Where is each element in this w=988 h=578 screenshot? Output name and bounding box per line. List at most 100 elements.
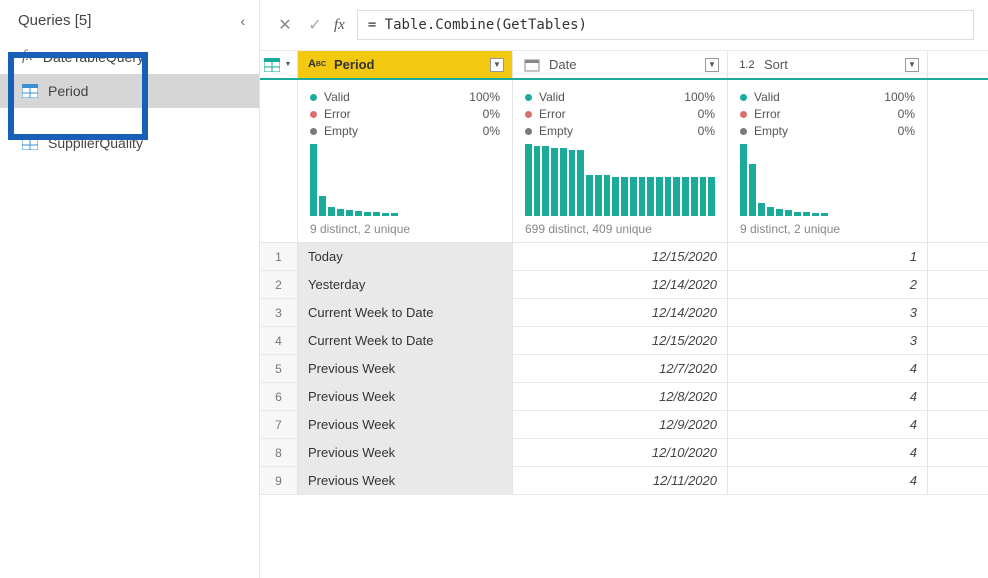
- queries-title: Queries [5]: [18, 12, 91, 29]
- empty-dot-icon: [310, 128, 317, 135]
- column-header-period[interactable]: ABC Period ▼: [298, 51, 513, 78]
- formula-bar: ✕ ✓ fx: [260, 0, 988, 51]
- formula-input[interactable]: [357, 10, 974, 40]
- query-label: SupplierQuality: [48, 135, 143, 151]
- cell-date[interactable]: 12/10/2020: [513, 439, 728, 466]
- valid-dot-icon: [525, 94, 532, 101]
- table-row[interactable]: 9Previous Week12/11/20204: [260, 467, 988, 495]
- cell-period[interactable]: Previous Week: [298, 355, 513, 382]
- cell-date[interactable]: 12/14/2020: [513, 299, 728, 326]
- chevron-down-icon[interactable]: ▼: [905, 58, 919, 72]
- cell-date[interactable]: 12/9/2020: [513, 411, 728, 438]
- row-number: 8: [260, 439, 298, 466]
- chevron-down-icon[interactable]: ▼: [490, 58, 504, 72]
- column-headers: ▼ ABC Period ▼ Date ▼ 1.2 Sort: [260, 51, 988, 80]
- empty-dot-icon: [525, 128, 532, 135]
- cell-sort[interactable]: 4: [728, 439, 928, 466]
- commit-formula-icon[interactable]: ✓: [304, 15, 326, 35]
- distinct-period: 9 distinct, 2 unique: [310, 222, 500, 236]
- sparkline-period: [310, 144, 500, 216]
- cell-sort[interactable]: 3: [728, 327, 928, 354]
- cell-period[interactable]: Yesterday: [298, 271, 513, 298]
- cell-date[interactable]: 12/11/2020: [513, 467, 728, 494]
- fx-icon: fx: [22, 48, 33, 65]
- queries-header: Queries [5] ‹: [0, 4, 259, 39]
- valid-dot-icon: [740, 94, 747, 101]
- table-row[interactable]: 4Current Week to Date12/15/20203: [260, 327, 988, 355]
- type-decimal-icon: 1.2: [736, 59, 758, 71]
- cell-date[interactable]: 12/14/2020: [513, 271, 728, 298]
- cell-date[interactable]: 12/15/2020: [513, 327, 728, 354]
- error-dot-icon: [740, 111, 747, 118]
- cell-date[interactable]: 12/7/2020: [513, 355, 728, 382]
- table-row[interactable]: 3Current Week to Date12/14/20203: [260, 299, 988, 327]
- collapse-sidebar-icon[interactable]: ‹: [240, 13, 245, 29]
- sparkline-date: [525, 144, 715, 216]
- cell-sort[interactable]: 4: [728, 383, 928, 410]
- table-row[interactable]: 2Yesterday12/14/20202: [260, 271, 988, 299]
- type-date-icon: [521, 58, 543, 72]
- cell-sort[interactable]: 4: [728, 411, 928, 438]
- query-item-supplierquality[interactable]: SupplierQuality: [0, 126, 259, 160]
- table-corner[interactable]: ▼: [260, 51, 298, 78]
- distinct-date: 699 distinct, 409 unique: [525, 222, 715, 236]
- column-label: Date: [549, 57, 576, 72]
- column-label: Sort: [764, 57, 788, 72]
- quality-period: Valid100% Error0% Empty0% 9 distinct, 2 …: [298, 80, 513, 242]
- query-label: DateTableQuery: [43, 49, 144, 65]
- cell-period[interactable]: Previous Week: [298, 439, 513, 466]
- fx-icon: fx: [334, 17, 345, 34]
- table-icon: [264, 58, 280, 72]
- cell-sort[interactable]: 4: [728, 467, 928, 494]
- query-item-period[interactable]: Period: [0, 74, 259, 108]
- cell-date[interactable]: 12/8/2020: [513, 383, 728, 410]
- chevron-down-icon[interactable]: ▼: [283, 60, 293, 70]
- empty-dot-icon: [740, 128, 747, 135]
- cell-date[interactable]: 12/15/2020: [513, 243, 728, 270]
- row-number: 7: [260, 411, 298, 438]
- cell-sort[interactable]: 1: [728, 243, 928, 270]
- table-icon: [22, 84, 38, 98]
- cell-sort[interactable]: 2: [728, 271, 928, 298]
- cell-sort[interactable]: 4: [728, 355, 928, 382]
- queries-sidebar: Queries [5] ‹ fx DateTableQuery Period S…: [0, 0, 260, 578]
- query-item-datetablequery[interactable]: fx DateTableQuery: [0, 39, 259, 74]
- valid-dot-icon: [310, 94, 317, 101]
- table-icon: [22, 136, 38, 150]
- sparkline-sort: [740, 144, 915, 216]
- cell-period[interactable]: Current Week to Date: [298, 299, 513, 326]
- error-dot-icon: [525, 111, 532, 118]
- cell-period[interactable]: Current Week to Date: [298, 327, 513, 354]
- cell-period[interactable]: Today: [298, 243, 513, 270]
- table-row[interactable]: 7Previous Week12/9/20204: [260, 411, 988, 439]
- type-text-icon: ABC: [306, 61, 328, 67]
- cell-period[interactable]: Previous Week: [298, 467, 513, 494]
- row-number: 2: [260, 271, 298, 298]
- column-header-sort[interactable]: 1.2 Sort ▼: [728, 51, 928, 78]
- row-number: 5: [260, 355, 298, 382]
- cell-sort[interactable]: 3: [728, 299, 928, 326]
- data-rows: 1Today12/15/202012Yesterday12/14/202023C…: [260, 243, 988, 495]
- table-row[interactable]: 8Previous Week12/10/20204: [260, 439, 988, 467]
- quality-date: Valid100% Error0% Empty0% 699 distinct, …: [513, 80, 728, 242]
- column-header-date[interactable]: Date ▼: [513, 51, 728, 78]
- chevron-down-icon[interactable]: ▼: [705, 58, 719, 72]
- error-dot-icon: [310, 111, 317, 118]
- row-number: 1: [260, 243, 298, 270]
- row-number: 3: [260, 299, 298, 326]
- cancel-formula-icon[interactable]: ✕: [274, 15, 296, 35]
- cell-period[interactable]: Previous Week: [298, 383, 513, 410]
- data-grid: ▼ ABC Period ▼ Date ▼ 1.2 Sort: [260, 51, 988, 578]
- table-row[interactable]: 5Previous Week12/7/20204: [260, 355, 988, 383]
- table-row[interactable]: 1Today12/15/20201: [260, 243, 988, 271]
- main-panel: ✕ ✓ fx ▼ ABC Period ▼: [260, 0, 988, 578]
- distinct-sort: 9 distinct, 2 unique: [740, 222, 915, 236]
- row-number: 9: [260, 467, 298, 494]
- column-quality-row: Valid100% Error0% Empty0% 9 distinct, 2 …: [260, 80, 988, 243]
- quality-sort: Valid100% Error0% Empty0% 9 distinct, 2 …: [728, 80, 928, 242]
- row-number: 4: [260, 327, 298, 354]
- column-label: Period: [334, 57, 374, 72]
- query-label: Period: [48, 83, 88, 99]
- cell-period[interactable]: Previous Week: [298, 411, 513, 438]
- table-row[interactable]: 6Previous Week12/8/20204: [260, 383, 988, 411]
